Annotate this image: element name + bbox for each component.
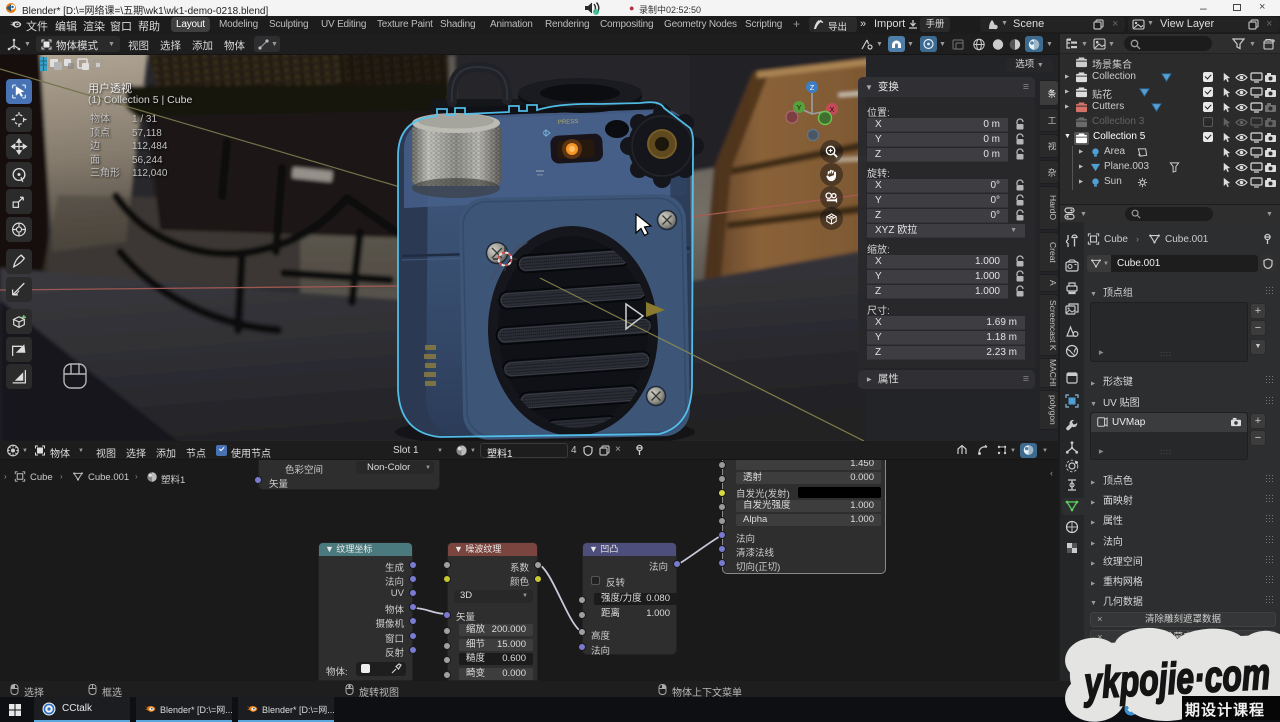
svg-text:Y: Y: [796, 103, 801, 112]
svg-text:X: X: [829, 105, 834, 114]
svg-text:PRESS: PRESS: [558, 119, 579, 126]
svg-text:Z: Z: [810, 83, 815, 92]
